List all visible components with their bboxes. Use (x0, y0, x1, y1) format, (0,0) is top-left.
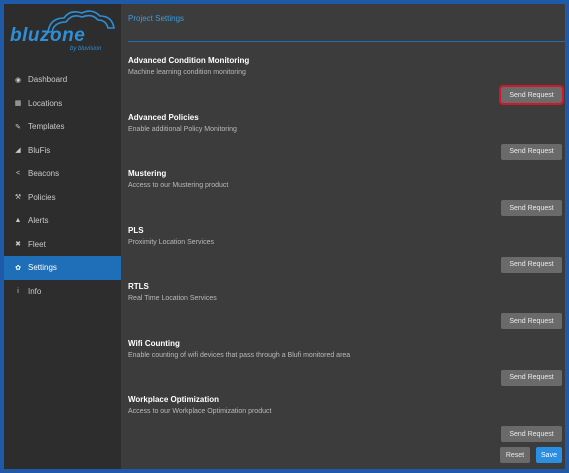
section-description: Real Time Location Services (128, 295, 217, 302)
sidebar-item-fleet[interactable]: ✖ Fleet (4, 233, 121, 257)
sidebar-item-beacons[interactable]: < Beacons (4, 162, 121, 186)
sidebar-item-label: Locations (28, 98, 63, 108)
sidebar-item-label: Beacons (28, 169, 60, 179)
sidebar: bluzone by bluvision ◉ Dashboard ▦ Location… (4, 4, 121, 469)
blufis-icon: ◢ (15, 147, 21, 155)
setting-section: Workplace Optimization Access to our Work… (128, 381, 565, 442)
sidebar-item-label: BluFis (28, 145, 51, 155)
sidebar-item-label: Dashboard (28, 75, 68, 85)
reset-button[interactable]: Reset (500, 447, 530, 463)
section-description: Proximity Location Services (128, 238, 214, 246)
sidebar-item-locations[interactable]: ▦ Locations (4, 92, 121, 116)
section-title: Advanced Policies (128, 112, 199, 122)
setting-section: RTLS Real Time Location Services Send Requ… (128, 268, 565, 329)
sidebar-item-label: Policies (28, 192, 56, 202)
sidebar-item-dashboard[interactable]: ◉ Dashboard (4, 68, 121, 92)
setting-section: Advanced Condition Monitoring Machine lea… (128, 42, 565, 105)
section-title: Wifi Counting (128, 338, 180, 348)
sidebar-item-label: Fleet (28, 239, 46, 249)
page-title: Project Settings (128, 14, 185, 23)
section-description: Enable counting of wifi devices that pas… (128, 351, 351, 359)
alerts-icon: ▲ (14, 217, 22, 225)
brand-logo[interactable]: bluzone by bluvision (4, 4, 121, 62)
sidebar-item-label: Settings (28, 263, 57, 273)
section-title: Advanced Condition Monitoring (128, 56, 250, 65)
sidebar-item-policies[interactable]: ⚒ Policies (4, 186, 121, 210)
section-description: Machine learning condition monitoring (128, 69, 246, 76)
title-bar: Project Settings (128, 4, 565, 42)
dashboard-icon: ◉ (14, 76, 22, 84)
setting-section: PLS Proximity Location Services Send Reque… (128, 212, 565, 273)
section-description: Access to our Workplace Optimization pro… (128, 408, 272, 415)
sidebar-item-settings[interactable]: ✿ Settings (4, 256, 121, 280)
footer-actions: Reset Save (500, 447, 562, 463)
sidebar-item-label: Alerts (28, 216, 49, 226)
setting-section: Advanced Policies Enable additional Polic… (128, 99, 565, 160)
app-window: bluzone by bluvision ◉ Dashboard ▦ Location… (4, 4, 565, 469)
locations-icon: ▦ (14, 100, 22, 108)
section-description: Enable additional Policy Monitoring (128, 125, 237, 133)
sidebar-item-label: Templates (28, 122, 65, 132)
setting-section: Wifi Counting Enable counting of wifi dev… (128, 325, 565, 386)
fleet-icon: ✖ (15, 241, 21, 249)
templates-icon: ✎ (15, 123, 21, 131)
settings-list: Advanced Condition Monitoring Machine lea… (128, 42, 565, 442)
sidebar-nav: ◉ Dashboard ▦ Locations ✎ Templates ◢ BluFis < Be… (4, 68, 121, 303)
sidebar-item-blufis[interactable]: ◢ BluFis (4, 139, 121, 163)
brand-name: bluzone (10, 25, 86, 46)
save-button[interactable]: Save (536, 447, 562, 463)
settings-icon: ✿ (15, 264, 21, 272)
policies-icon: ⚒ (14, 194, 22, 202)
section-description: Access to our Mustering product (128, 182, 229, 189)
sidebar-item-alerts[interactable]: ▲ Alerts (4, 209, 121, 233)
section-title: Workplace Optimization (128, 395, 219, 404)
sidebar-item-templates[interactable]: ✎ Templates (4, 115, 121, 139)
brand-tagline: by bluvision (70, 46, 102, 52)
info-icon: i (17, 287, 19, 295)
setting-section: Mustering Access to our Mustering product… (128, 155, 565, 216)
sidebar-item-info[interactable]: i Info (4, 280, 121, 304)
beacons-icon: < (15, 170, 21, 178)
section-title: Mustering (128, 169, 167, 178)
section-title: RTLS (128, 282, 149, 291)
send-request-button[interactable]: Send Request (501, 426, 562, 442)
section-title: PLS (128, 225, 144, 235)
main-content: Project Settings Advanced Condition Moni… (121, 4, 565, 469)
sidebar-item-label: Info (28, 286, 42, 296)
